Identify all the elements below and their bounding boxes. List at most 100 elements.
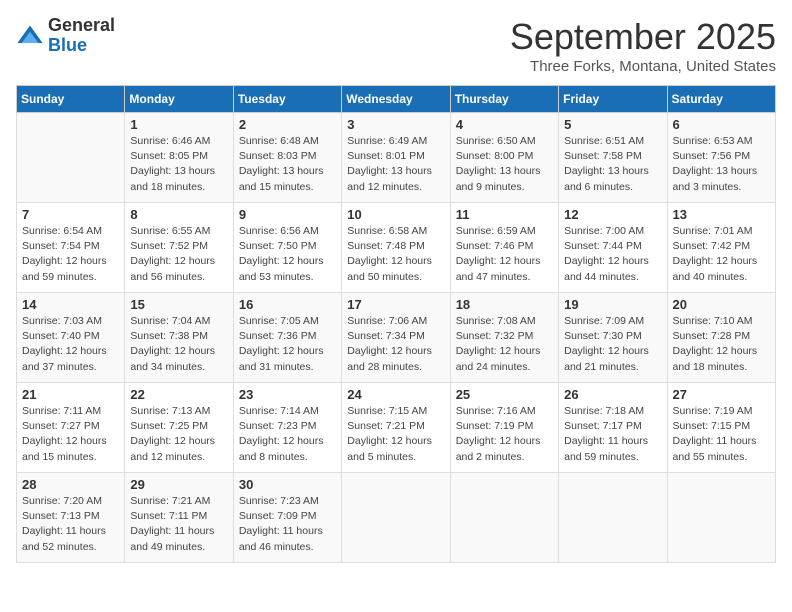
calendar-cell: 5 Sunrise: 6:51 AMSunset: 7:58 PMDaylight… — [559, 113, 667, 203]
logo: General Blue — [16, 16, 115, 56]
day-number: 24 — [347, 387, 444, 402]
calendar-cell: 4 Sunrise: 6:50 AMSunset: 8:00 PMDaylight… — [450, 113, 558, 203]
calendar-cell: 14 Sunrise: 7:03 AMSunset: 7:40 PMDayligh… — [17, 293, 125, 383]
day-number: 14 — [22, 297, 119, 312]
day-info: Sunrise: 6:51 AMSunset: 7:58 PMDaylight:… — [564, 134, 661, 195]
day-number: 5 — [564, 117, 661, 132]
calendar-week-row: 28Sunrise: 7:20 AMSunset: 7:13 PMDayligh… — [17, 473, 776, 563]
calendar-cell: 19 Sunrise: 7:09 AMSunset: 7:30 PMDayligh… — [559, 293, 667, 383]
day-info: Sunrise: 6:46 AMSunset: 8:05 PMDaylight:… — [130, 134, 227, 195]
day-info: Sunrise: 7:18 AMSunset: 7:17 PMDaylight:… — [564, 404, 661, 465]
calendar-cell: 20 Sunrise: 7:10 AMSunset: 7:28 PMDayligh… — [667, 293, 775, 383]
day-info: Sunrise: 6:56 AMSunset: 7:50 PMDaylight:… — [239, 224, 336, 285]
day-number: 28 — [22, 477, 119, 492]
logo-blue-text: Blue — [48, 36, 115, 56]
calendar-cell: 2Sunrise: 6:48 AMSunset: 8:03 PMDaylight… — [233, 113, 341, 203]
day-number: 9 — [239, 207, 336, 222]
calendar-cell: 18 Sunrise: 7:08 AMSunset: 7:32 PMDayligh… — [450, 293, 558, 383]
day-info: Sunrise: 7:23 AMSunset: 7:09 PMDaylight:… — [239, 494, 336, 555]
day-number: 23 — [239, 387, 336, 402]
day-info: Sunrise: 6:54 AMSunset: 7:54 PMDaylight:… — [22, 224, 119, 285]
day-number: 6 — [673, 117, 770, 132]
calendar-cell: 16 Sunrise: 7:05 AMSunset: 7:36 PMDayligh… — [233, 293, 341, 383]
calendar-cell: 22Sunrise: 7:13 AMSunset: 7:25 PMDayligh… — [125, 383, 233, 473]
day-number: 21 — [22, 387, 119, 402]
day-of-week-header: Sunday — [17, 86, 125, 113]
day-of-week-header: Friday — [559, 86, 667, 113]
calendar-cell: 23 Sunrise: 7:14 AMSunset: 7:23 PMDayligh… — [233, 383, 341, 473]
calendar-cell: 28Sunrise: 7:20 AMSunset: 7:13 PMDayligh… — [17, 473, 125, 563]
day-info: Sunrise: 7:10 AMSunset: 7:28 PMDaylight:… — [673, 314, 770, 375]
day-number: 2 — [239, 117, 336, 132]
day-of-week-header: Thursday — [450, 86, 558, 113]
day-number: 27 — [673, 387, 770, 402]
calendar-header-row: SundayMondayTuesdayWednesdayThursdayFrid… — [17, 86, 776, 113]
day-info: Sunrise: 7:14 AMSunset: 7:23 PMDaylight:… — [239, 404, 336, 465]
day-info: Sunrise: 7:03 AMSunset: 7:40 PMDaylight:… — [22, 314, 119, 375]
day-info: Sunrise: 7:19 AMSunset: 7:15 PMDaylight:… — [673, 404, 770, 465]
day-info: Sunrise: 6:53 AMSunset: 7:56 PMDaylight:… — [673, 134, 770, 195]
day-of-week-header: Monday — [125, 86, 233, 113]
month-title: September 2025 — [510, 16, 776, 58]
calendar-cell: 8Sunrise: 6:55 AMSunset: 7:52 PMDaylight… — [125, 203, 233, 293]
day-info: Sunrise: 7:01 AMSunset: 7:42 PMDaylight:… — [673, 224, 770, 285]
day-info: Sunrise: 7:05 AMSunset: 7:36 PMDaylight:… — [239, 314, 336, 375]
calendar-cell — [450, 473, 558, 563]
calendar-week-row: 1 Sunrise: 6:46 AMSunset: 8:05 PMDaylight… — [17, 113, 776, 203]
calendar-cell: 17 Sunrise: 7:06 AMSunset: 7:34 PMDayligh… — [342, 293, 450, 383]
calendar-table: SundayMondayTuesdayWednesdayThursdayFrid… — [16, 85, 776, 563]
logo-icon — [16, 22, 44, 50]
calendar-cell: 30 Sunrise: 7:23 AMSunset: 7:09 PMDayligh… — [233, 473, 341, 563]
calendar-cell — [667, 473, 775, 563]
calendar-cell: 12 Sunrise: 7:00 AMSunset: 7:44 PMDayligh… — [559, 203, 667, 293]
day-number: 1 — [130, 117, 227, 132]
day-info: Sunrise: 6:59 AMSunset: 7:46 PMDaylight:… — [456, 224, 553, 285]
day-of-week-header: Tuesday — [233, 86, 341, 113]
day-info: Sunrise: 6:58 AMSunset: 7:48 PMDaylight:… — [347, 224, 444, 285]
day-of-week-header: Wednesday — [342, 86, 450, 113]
calendar-cell: 27 Sunrise: 7:19 AMSunset: 7:15 PMDayligh… — [667, 383, 775, 473]
day-number: 7 — [22, 207, 119, 222]
calendar-cell: 1 Sunrise: 6:46 AMSunset: 8:05 PMDaylight… — [125, 113, 233, 203]
calendar-cell: 6 Sunrise: 6:53 AMSunset: 7:56 PMDaylight… — [667, 113, 775, 203]
day-info: Sunrise: 7:00 AMSunset: 7:44 PMDaylight:… — [564, 224, 661, 285]
day-info: Sunrise: 6:55 AMSunset: 7:52 PMDaylight:… — [130, 224, 227, 285]
day-number: 16 — [239, 297, 336, 312]
logo-general-text: General — [48, 16, 115, 36]
day-info: Sunrise: 7:13 AMSunset: 7:25 PMDaylight:… — [130, 404, 227, 465]
day-number: 15 — [130, 297, 227, 312]
day-number: 11 — [456, 207, 553, 222]
calendar-cell: 3Sunrise: 6:49 AMSunset: 8:01 PMDaylight… — [342, 113, 450, 203]
title-section: September 2025 Three Forks, Montana, Uni… — [510, 16, 776, 75]
day-number: 13 — [673, 207, 770, 222]
calendar-cell: 15Sunrise: 7:04 AMSunset: 7:38 PMDayligh… — [125, 293, 233, 383]
calendar-week-row: 21Sunrise: 7:11 AMSunset: 7:27 PMDayligh… — [17, 383, 776, 473]
calendar-cell: 26 Sunrise: 7:18 AMSunset: 7:17 PMDayligh… — [559, 383, 667, 473]
day-number: 26 — [564, 387, 661, 402]
day-info: Sunrise: 7:09 AMSunset: 7:30 PMDaylight:… — [564, 314, 661, 375]
header: General Blue September 2025 Three Forks,… — [16, 16, 776, 75]
day-number: 19 — [564, 297, 661, 312]
calendar-cell: 29 Sunrise: 7:21 AMSunset: 7:11 PMDayligh… — [125, 473, 233, 563]
day-number: 29 — [130, 477, 227, 492]
location-subtitle: Three Forks, Montana, United States — [510, 58, 776, 75]
calendar-cell: 11 Sunrise: 6:59 AMSunset: 7:46 PMDayligh… — [450, 203, 558, 293]
day-info: Sunrise: 7:08 AMSunset: 7:32 PMDaylight:… — [456, 314, 553, 375]
calendar-cell: 24Sunrise: 7:15 AMSunset: 7:21 PMDayligh… — [342, 383, 450, 473]
day-number: 17 — [347, 297, 444, 312]
day-number: 18 — [456, 297, 553, 312]
day-number: 25 — [456, 387, 553, 402]
day-info: Sunrise: 7:06 AMSunset: 7:34 PMDaylight:… — [347, 314, 444, 375]
calendar-cell: 25 Sunrise: 7:16 AMSunset: 7:19 PMDayligh… — [450, 383, 558, 473]
calendar-week-row: 14 Sunrise: 7:03 AMSunset: 7:40 PMDayligh… — [17, 293, 776, 383]
day-number: 20 — [673, 297, 770, 312]
day-number: 12 — [564, 207, 661, 222]
day-info: Sunrise: 6:50 AMSunset: 8:00 PMDaylight:… — [456, 134, 553, 195]
calendar-cell — [17, 113, 125, 203]
day-info: Sunrise: 7:21 AMSunset: 7:11 PMDaylight:… — [130, 494, 227, 555]
day-of-week-header: Saturday — [667, 86, 775, 113]
day-number: 30 — [239, 477, 336, 492]
day-info: Sunrise: 7:16 AMSunset: 7:19 PMDaylight:… — [456, 404, 553, 465]
calendar-cell: 13 Sunrise: 7:01 AMSunset: 7:42 PMDayligh… — [667, 203, 775, 293]
day-number: 4 — [456, 117, 553, 132]
